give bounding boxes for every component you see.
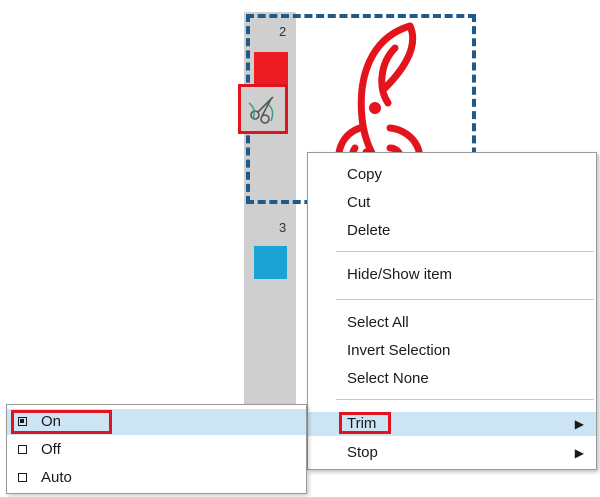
menu-item-invert-selection[interactable]: Invert Selection xyxy=(308,339,596,363)
layer-3-color-swatch[interactable] xyxy=(254,246,287,279)
context-menu: Copy Cut Delete Hide/Show item Select Al… xyxy=(307,152,597,470)
checked-checkbox-icon xyxy=(18,417,27,426)
menu-item-trim[interactable]: Trim ▶ xyxy=(308,412,596,436)
menu-item-cut[interactable]: Cut xyxy=(308,191,596,215)
layer-3-number: 3 xyxy=(279,220,287,235)
trim-submenu: On Off Auto xyxy=(6,404,307,494)
scissors-icon xyxy=(248,96,274,124)
submenu-arrow-icon: ▶ xyxy=(574,417,584,431)
menu-separator xyxy=(336,251,594,252)
menu-separator xyxy=(336,299,594,300)
unchecked-checkbox-icon xyxy=(18,445,27,454)
menu-item-hide-show[interactable]: Hide/Show item xyxy=(308,263,596,287)
menu-item-delete[interactable]: Delete xyxy=(308,219,596,243)
menu-item-select-all[interactable]: Select All xyxy=(308,311,596,335)
submenu-item-auto[interactable]: Auto xyxy=(7,465,306,491)
menu-item-copy[interactable]: Copy xyxy=(308,163,596,187)
submenu-item-off[interactable]: Off xyxy=(7,437,306,463)
menu-separator xyxy=(336,399,594,400)
layer-2-color-swatch[interactable] xyxy=(254,52,288,86)
submenu-arrow-icon: ▶ xyxy=(574,446,584,460)
menu-item-select-none[interactable]: Select None xyxy=(308,367,596,391)
menu-item-stop[interactable]: Stop ▶ xyxy=(308,441,596,465)
unchecked-checkbox-icon xyxy=(18,473,27,482)
layer-2-number: 2 xyxy=(279,24,287,39)
cut-mode-button[interactable] xyxy=(238,84,288,134)
submenu-item-on[interactable]: On xyxy=(7,409,306,435)
